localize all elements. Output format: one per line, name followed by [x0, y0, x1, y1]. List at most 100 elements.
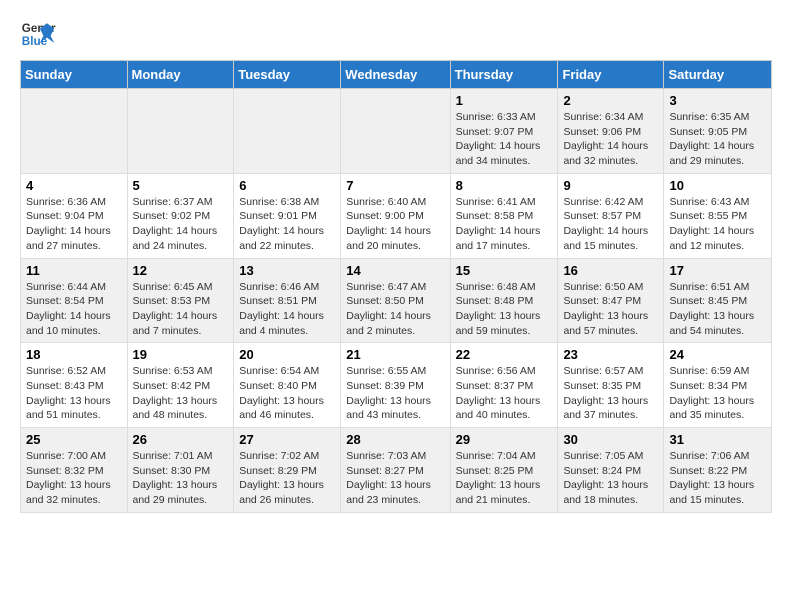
day-number: 6: [239, 178, 335, 193]
day-info: Sunrise: 6:51 AM Sunset: 8:45 PM Dayligh…: [669, 280, 766, 339]
calendar-cell: 9 Sunrise: 6:42 AM Sunset: 8:57 PM Daylig…: [558, 173, 664, 258]
day-info: Sunrise: 6:43 AM Sunset: 8:55 PM Dayligh…: [669, 195, 766, 254]
day-info: Sunrise: 6:50 AM Sunset: 8:47 PM Dayligh…: [563, 280, 658, 339]
day-info: Sunrise: 6:53 AM Sunset: 8:42 PM Dayligh…: [133, 364, 229, 423]
calendar-cell: 8 Sunrise: 6:41 AM Sunset: 8:58 PM Daylig…: [450, 173, 558, 258]
calendar-cell: 23 Sunrise: 6:57 AM Sunset: 8:35 PM Dayli…: [558, 343, 664, 428]
day-number: 4: [26, 178, 122, 193]
calendar-cell: 14 Sunrise: 6:47 AM Sunset: 8:50 PM Dayli…: [341, 258, 450, 343]
calendar-cell: [234, 89, 341, 174]
day-number: 12: [133, 263, 229, 278]
logo: General Blue: [20, 16, 56, 52]
day-info: Sunrise: 6:56 AM Sunset: 8:37 PM Dayligh…: [456, 364, 553, 423]
calendar-body: 1 Sunrise: 6:33 AM Sunset: 9:07 PM Daylig…: [21, 89, 772, 513]
day-number: 16: [563, 263, 658, 278]
calendar-cell: 2 Sunrise: 6:34 AM Sunset: 9:06 PM Daylig…: [558, 89, 664, 174]
calendar-cell: 18 Sunrise: 6:52 AM Sunset: 8:43 PM Dayli…: [21, 343, 128, 428]
day-info: Sunrise: 6:44 AM Sunset: 8:54 PM Dayligh…: [26, 280, 122, 339]
day-info: Sunrise: 7:01 AM Sunset: 8:30 PM Dayligh…: [133, 449, 229, 508]
calendar-cell: 13Sunrise: 6:46 AM Sunset: 8:51 PM Dayli…: [234, 258, 341, 343]
day-info: Sunrise: 6:45 AM Sunset: 8:53 PM Dayligh…: [133, 280, 229, 339]
day-number: 3: [669, 93, 766, 108]
calendar-cell: 10Sunrise: 6:43 AM Sunset: 8:55 PM Dayli…: [664, 173, 772, 258]
calendar-cell: 28 Sunrise: 7:03 AM Sunset: 8:27 PM Dayli…: [341, 428, 450, 513]
day-info: Sunrise: 6:38 AM Sunset: 9:01 PM Dayligh…: [239, 195, 335, 254]
week-row-3: 11 Sunrise: 6:44 AM Sunset: 8:54 PM Dayli…: [21, 258, 772, 343]
logo-icon: General Blue: [20, 16, 56, 52]
day-info: Sunrise: 6:47 AM Sunset: 8:50 PM Dayligh…: [346, 280, 444, 339]
day-number: 18: [26, 347, 122, 362]
day-number: 21: [346, 347, 444, 362]
day-info: Sunrise: 6:41 AM Sunset: 8:58 PM Dayligh…: [456, 195, 553, 254]
day-info: Sunrise: 6:42 AM Sunset: 8:57 PM Dayligh…: [563, 195, 658, 254]
day-number: 31: [669, 432, 766, 447]
weekday-header-thursday: Thursday: [450, 61, 558, 89]
day-info: Sunrise: 6:33 AM Sunset: 9:07 PM Dayligh…: [456, 110, 553, 169]
weekday-header-monday: Monday: [127, 61, 234, 89]
day-number: 30: [563, 432, 658, 447]
day-number: 1: [456, 93, 553, 108]
calendar-cell: 30 Sunrise: 7:05 AM Sunset: 8:24 PM Dayli…: [558, 428, 664, 513]
day-info: Sunrise: 6:54 AM Sunset: 8:40 PM Dayligh…: [239, 364, 335, 423]
day-number: 9: [563, 178, 658, 193]
calendar-table: SundayMondayTuesdayWednesdayThursdayFrid…: [20, 60, 772, 513]
day-number: 5: [133, 178, 229, 193]
day-number: 26: [133, 432, 229, 447]
day-info: Sunrise: 6:59 AM Sunset: 8:34 PM Dayligh…: [669, 364, 766, 423]
day-number: 2: [563, 93, 658, 108]
week-row-4: 18 Sunrise: 6:52 AM Sunset: 8:43 PM Dayli…: [21, 343, 772, 428]
day-info: Sunrise: 7:05 AM Sunset: 8:24 PM Dayligh…: [563, 449, 658, 508]
calendar-cell: 16 Sunrise: 6:50 AM Sunset: 8:47 PM Dayli…: [558, 258, 664, 343]
week-row-5: 25 Sunrise: 7:00 AM Sunset: 8:32 PM Dayli…: [21, 428, 772, 513]
day-number: 22: [456, 347, 553, 362]
calendar-cell: 17Sunrise: 6:51 AM Sunset: 8:45 PM Dayli…: [664, 258, 772, 343]
calendar-cell: 15 Sunrise: 6:48 AM Sunset: 8:48 PM Dayli…: [450, 258, 558, 343]
day-number: 11: [26, 263, 122, 278]
day-info: Sunrise: 7:02 AM Sunset: 8:29 PM Dayligh…: [239, 449, 335, 508]
day-info: Sunrise: 7:04 AM Sunset: 8:25 PM Dayligh…: [456, 449, 553, 508]
day-number: 27: [239, 432, 335, 447]
day-number: 28: [346, 432, 444, 447]
calendar-cell: 3 Sunrise: 6:35 AM Sunset: 9:05 PM Daylig…: [664, 89, 772, 174]
calendar-cell: 26 Sunrise: 7:01 AM Sunset: 8:30 PM Dayli…: [127, 428, 234, 513]
day-number: 20: [239, 347, 335, 362]
day-number: 23: [563, 347, 658, 362]
day-info: Sunrise: 6:52 AM Sunset: 8:43 PM Dayligh…: [26, 364, 122, 423]
day-number: 14: [346, 263, 444, 278]
day-number: 15: [456, 263, 553, 278]
calendar-cell: 27 Sunrise: 7:02 AM Sunset: 8:29 PM Dayli…: [234, 428, 341, 513]
day-info: Sunrise: 7:06 AM Sunset: 8:22 PM Dayligh…: [669, 449, 766, 508]
day-info: Sunrise: 6:46 AM Sunset: 8:51 PM Dayligh…: [239, 280, 335, 339]
day-info: Sunrise: 7:03 AM Sunset: 8:27 PM Dayligh…: [346, 449, 444, 508]
day-number: 24: [669, 347, 766, 362]
weekday-header-saturday: Saturday: [664, 61, 772, 89]
calendar-cell: 31 Sunrise: 7:06 AM Sunset: 8:22 PM Dayli…: [664, 428, 772, 513]
day-info: Sunrise: 6:48 AM Sunset: 8:48 PM Dayligh…: [456, 280, 553, 339]
calendar-cell: [21, 89, 128, 174]
calendar-cell: 11 Sunrise: 6:44 AM Sunset: 8:54 PM Dayli…: [21, 258, 128, 343]
calendar-cell: 4 Sunrise: 6:36 AM Sunset: 9:04 PM Daylig…: [21, 173, 128, 258]
weekday-header-friday: Friday: [558, 61, 664, 89]
weekday-header-tuesday: Tuesday: [234, 61, 341, 89]
day-number: 8: [456, 178, 553, 193]
day-number: 25: [26, 432, 122, 447]
day-info: Sunrise: 6:35 AM Sunset: 9:05 PM Dayligh…: [669, 110, 766, 169]
calendar-cell: 25 Sunrise: 7:00 AM Sunset: 8:32 PM Dayli…: [21, 428, 128, 513]
weekday-header-row: SundayMondayTuesdayWednesdayThursdayFrid…: [21, 61, 772, 89]
day-number: 29: [456, 432, 553, 447]
calendar-cell: 1 Sunrise: 6:33 AM Sunset: 9:07 PM Daylig…: [450, 89, 558, 174]
week-row-2: 4 Sunrise: 6:36 AM Sunset: 9:04 PM Daylig…: [21, 173, 772, 258]
day-info: Sunrise: 6:57 AM Sunset: 8:35 PM Dayligh…: [563, 364, 658, 423]
day-info: Sunrise: 6:36 AM Sunset: 9:04 PM Dayligh…: [26, 195, 122, 254]
day-info: Sunrise: 7:00 AM Sunset: 8:32 PM Dayligh…: [26, 449, 122, 508]
calendar-cell: 29 Sunrise: 7:04 AM Sunset: 8:25 PM Dayli…: [450, 428, 558, 513]
day-info: Sunrise: 6:34 AM Sunset: 9:06 PM Dayligh…: [563, 110, 658, 169]
day-info: Sunrise: 6:40 AM Sunset: 9:00 PM Dayligh…: [346, 195, 444, 254]
week-row-1: 1 Sunrise: 6:33 AM Sunset: 9:07 PM Daylig…: [21, 89, 772, 174]
calendar-cell: 19Sunrise: 6:53 AM Sunset: 8:42 PM Dayli…: [127, 343, 234, 428]
calendar-cell: 20 Sunrise: 6:54 AM Sunset: 8:40 PM Dayli…: [234, 343, 341, 428]
day-info: Sunrise: 6:37 AM Sunset: 9:02 PM Dayligh…: [133, 195, 229, 254]
calendar-cell: [341, 89, 450, 174]
calendar-cell: 22 Sunrise: 6:56 AM Sunset: 8:37 PM Dayli…: [450, 343, 558, 428]
calendar-cell: 21Sunrise: 6:55 AM Sunset: 8:39 PM Dayli…: [341, 343, 450, 428]
